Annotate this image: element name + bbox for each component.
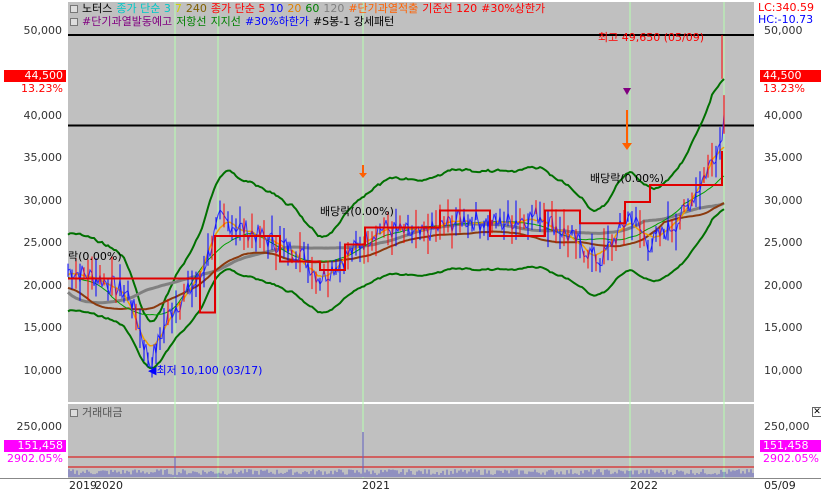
low-annotation: ◀최저 10,100 (03/17) [148,364,263,377]
legend-item[interactable]: 120 [323,2,344,15]
x-label: 2020 [95,479,123,492]
legend-item[interactable]: 60 [305,2,319,15]
dividend-annotation-1: 배당락(0.00%) [320,205,394,218]
legend-item[interactable]: #30%하한가 [245,15,309,28]
legend-item[interactable]: 종가 단순 5 [211,2,265,15]
price-tick-left: 15,000 [23,321,63,334]
chart-overlay [66,2,754,478]
price-tick-right: 20,000 [764,279,803,292]
x-label: 2021 [362,479,390,492]
x-label: 2022 [630,479,658,492]
volume-pct-right: 2902.05% [763,452,819,465]
legend-item[interactable]: 10 [269,2,283,15]
arrow-down-icon [359,173,367,178]
price-tick-right: 30,000 [764,194,803,207]
x-label: 05/09 [764,479,796,492]
volume-tick-left: 250,000 [16,420,63,433]
price-tick-right: 15,000 [764,321,803,334]
price-tick-right: 40,000 [764,109,803,122]
high-annotation: 최고 49,650 (05/09) [598,31,705,44]
legend-item[interactable]: 기준선 120 [422,2,477,15]
volume-label: 거래대금 [82,406,123,419]
close-icon[interactable]: ✕ [812,407,821,417]
legend-item[interactable]: #S봉-1 강세패턴 [313,15,394,28]
legend-item[interactable]: #단기과열적출 [348,2,418,15]
low-annotation-text: 최저 10,100 (03/17) [156,364,263,377]
legend-item[interactable]: 노터스 [82,2,112,15]
legend-item[interactable]: 지지선 [211,15,241,28]
dividend-annotation-0: 락(0.00%) [68,250,122,263]
price-tick-left: 30,000 [23,194,63,207]
legend-square-icon [70,409,78,417]
price-tick-left: 35,000 [23,151,63,164]
price-tick-right: 50,000 [764,24,803,37]
price-tick-right: 25,000 [764,236,803,249]
current-volume-tag-left: 151,458 [4,440,66,452]
legend-item[interactable]: #단기과열발동예고 [82,15,172,28]
price-tick-left: 20,000 [23,279,63,292]
price-tick-right: 35,000 [764,151,803,164]
volume-legend: 거래대금 [70,406,126,419]
current-price-tag-left: 44,500 [4,70,66,82]
legend-item[interactable]: #30%상한가 [481,2,545,15]
current-pct-right: 13.23% [763,82,805,95]
x-label: 2019 [69,479,97,492]
current-price-tag-right: 44,500 [760,70,821,82]
legend-square-icon [70,5,78,13]
hc-value: HC:-10.73 [758,13,814,26]
price-tick-left: 40,000 [23,109,63,122]
current-pct-left: 13.23% [21,82,63,95]
legend-row-2: #단기과열발동예고 저항선 지지선 #30%하한가 #S봉-1 강세패턴 [70,15,398,28]
legend-item[interactable]: 20 [287,2,301,15]
chart-window: 노터스 종가 단순 3 7 240 종가 단순 5 10 20 60 120 #단기과열적출 기준선… [0,0,821,496]
legend-item[interactable]: 종가 단순 3 [116,2,170,15]
legend-item[interactable]: 240 [186,2,207,15]
current-volume-tag-right: 151,458 [760,440,821,452]
legend-row-1: 노터스 종가 단순 3 7 240 종가 단순 5 10 20 60 120 #단기과열적출 기준선… [70,2,549,15]
volume-tick-right: 250,000 [764,420,810,433]
legend-item[interactable]: 7 [175,2,182,15]
legend-square-icon [70,18,78,26]
price-tick-left: 25,000 [23,236,63,249]
volume-pct-left: 2902.05% [7,452,63,465]
dividend-annotation-2: 배당락(0.00%) [590,172,664,185]
time-axis [0,478,821,496]
price-tick-left: 50,000 [23,24,63,37]
legend-item[interactable]: 저항선 [176,15,206,28]
price-tick-left: 10,000 [23,364,63,377]
price-tick-right: 10,000 [764,364,803,377]
